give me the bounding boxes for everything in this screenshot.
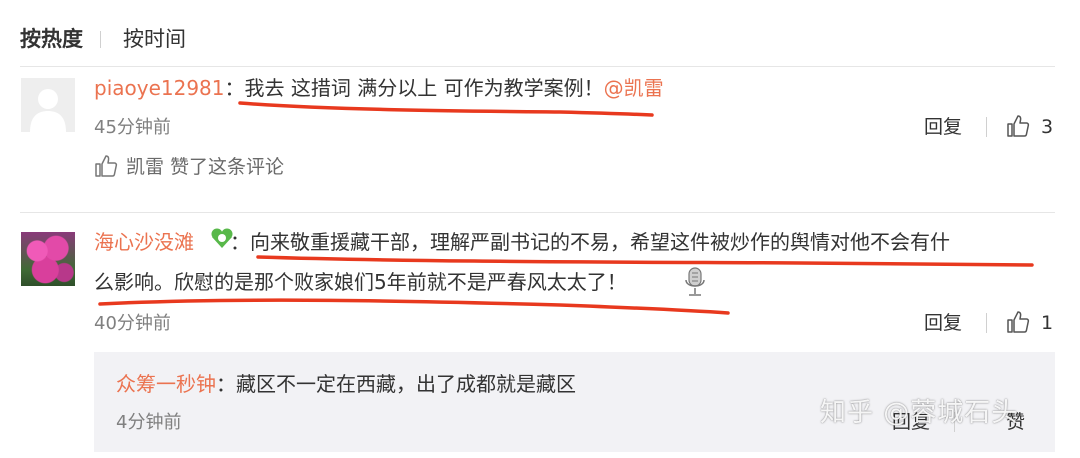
tab-sort-by-time[interactable]: 按时间 <box>123 25 186 53</box>
voice-mic-icon <box>685 267 705 296</box>
like-count: 1 <box>1041 312 1054 334</box>
divider <box>20 212 1055 213</box>
comment-time: 45分钟前 <box>94 117 171 138</box>
comment-text-line1: 向来敬重援藏干部，理解严副书记的不易，希望这件被炒作的舆情对他不会有什 <box>250 230 950 254</box>
comment-username[interactable]: piaoye12981 <box>94 76 225 100</box>
default-avatar-icon <box>21 78 75 132</box>
reply-button[interactable]: 回复 <box>924 311 962 335</box>
tab-sort-by-heat[interactable]: 按热度 <box>20 25 83 53</box>
thumbs-up-icon[interactable] <box>1006 310 1030 334</box>
watermark: 知乎 @蓉城石头 <box>820 398 1019 428</box>
action-divider <box>986 313 987 333</box>
comment-time: 40分钟前 <box>94 313 171 334</box>
comment-body: piaoye12981：我去 这措词 满分以上 可作为教学案例！@凯雷 <box>94 74 664 102</box>
comment-colon: ： <box>224 76 245 100</box>
member-badge-icon <box>211 228 233 248</box>
avatar[interactable] <box>21 232 75 286</box>
sub-reply-username[interactable]: 众筹一秒钟 <box>116 372 216 396</box>
tab-divider <box>100 31 101 48</box>
sub-reply-colon: ： <box>216 372 236 396</box>
sub-reply-body: 众筹一秒钟：藏区不一定在西藏，出了成都就是藏区 <box>116 370 576 398</box>
sub-reply-time: 4分钟前 <box>116 412 182 433</box>
thumbs-up-icon <box>95 155 118 177</box>
avatar[interactable] <box>21 78 75 132</box>
comment-username[interactable]: 海心沙没滩 <box>94 230 194 254</box>
sub-reply-text: 藏区不一定在西藏，出了成都就是藏区 <box>236 372 576 396</box>
mention-link[interactable]: @凯雷 <box>604 76 664 100</box>
liked-by-text: 凯雷 赞了这条评论 <box>126 156 285 178</box>
comment-text-line2: 么影响。欣慰的是那个败家娘们5年前就不是严春风太太了！ <box>94 270 627 294</box>
divider <box>20 66 1055 67</box>
reply-button[interactable]: 回复 <box>924 115 962 139</box>
comment-text: 我去 这措词 满分以上 可作为教学案例！ <box>244 76 604 100</box>
like-count: 3 <box>1041 116 1054 138</box>
thumbs-up-icon[interactable] <box>1006 114 1030 138</box>
action-divider <box>986 117 987 137</box>
